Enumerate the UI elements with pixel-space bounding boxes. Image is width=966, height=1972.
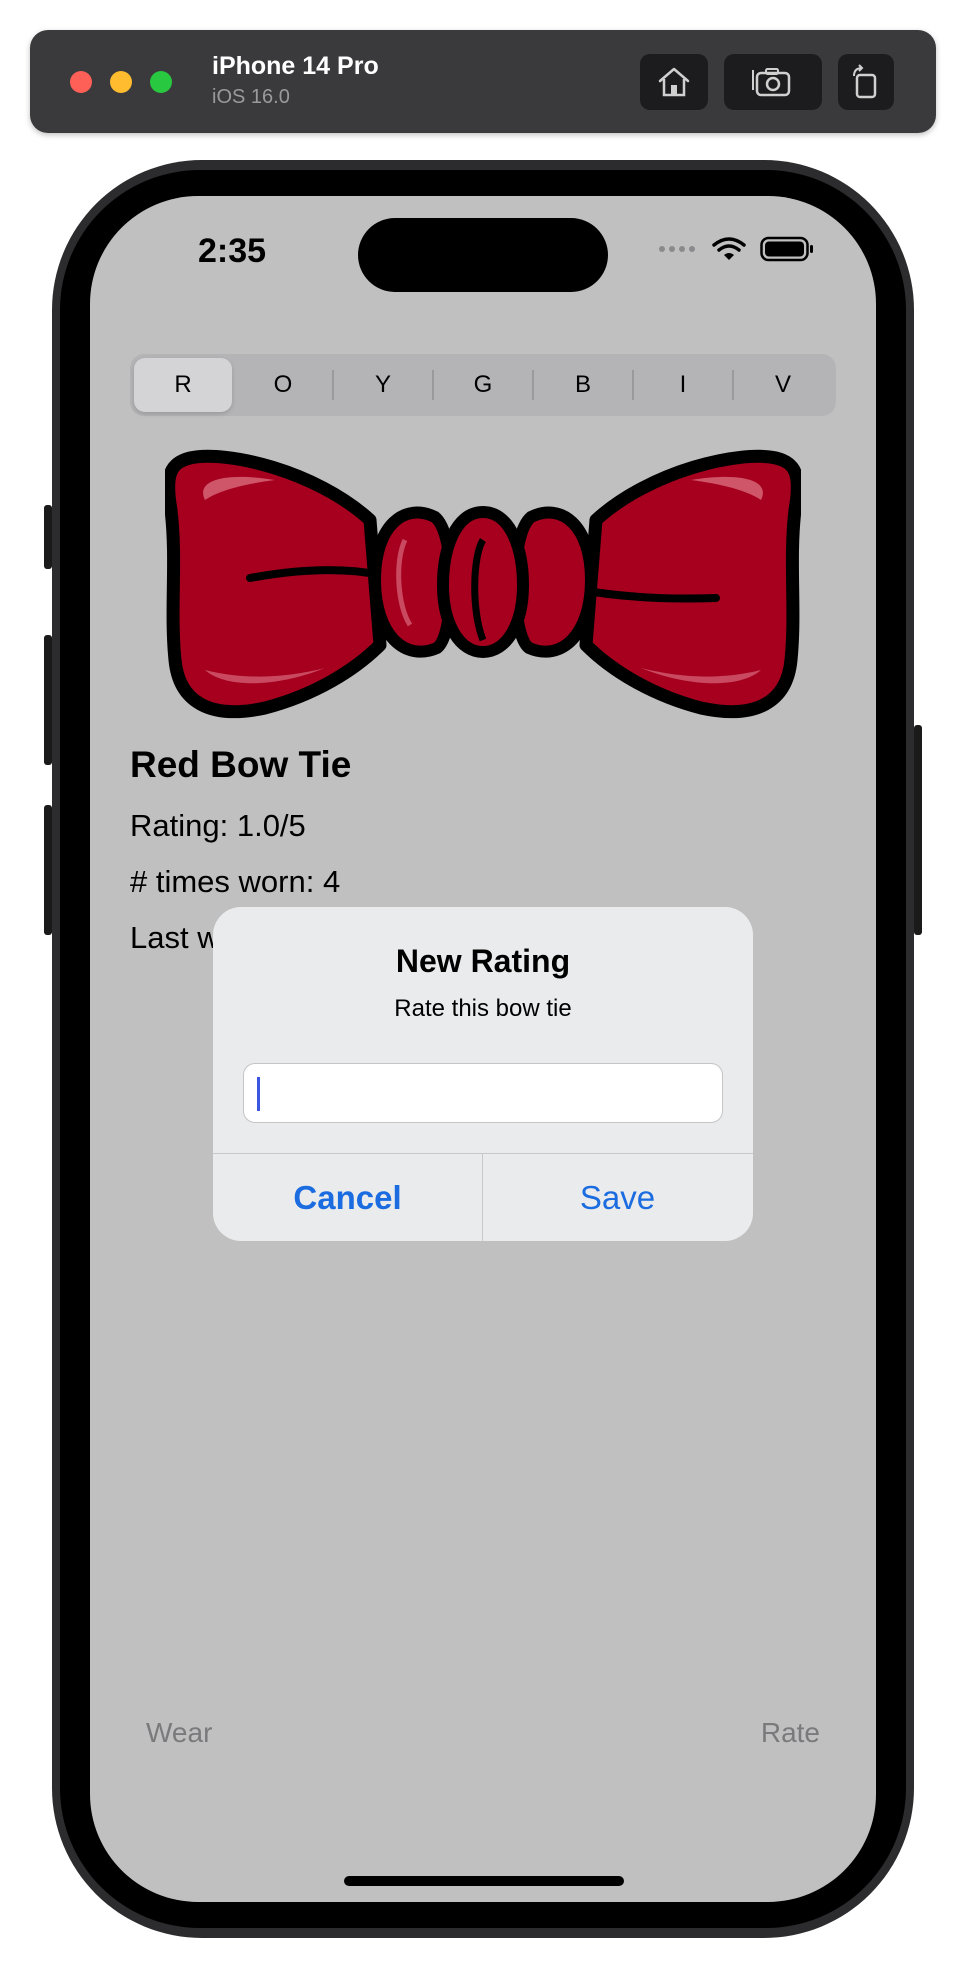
rate-button[interactable]: Rate xyxy=(755,1716,826,1750)
home-button[interactable] xyxy=(640,54,708,110)
new-rating-alert: New Rating Rate this bow tie Cancel Save xyxy=(213,907,753,1241)
close-window-button[interactable] xyxy=(70,71,92,93)
segment-g[interactable]: G xyxy=(434,358,532,412)
bowtie-image xyxy=(165,449,801,719)
times-worn-label: # times worn: 4 xyxy=(130,864,341,899)
segment-y[interactable]: Y xyxy=(334,358,432,412)
volume-up-button xyxy=(44,635,52,765)
segment-v[interactable]: V xyxy=(734,358,832,412)
status-time: 2:35 xyxy=(198,232,267,270)
segment-i[interactable]: I xyxy=(634,358,732,412)
rating-label: Rating: 1.0/5 xyxy=(130,808,306,843)
status-icons xyxy=(658,236,814,262)
segment-r[interactable]: R xyxy=(134,358,232,412)
signal-dots-icon xyxy=(659,246,695,252)
zoom-window-button[interactable] xyxy=(150,71,172,93)
color-segmented-control: R O Y G B I V xyxy=(130,354,836,416)
minimize-window-button[interactable] xyxy=(110,71,132,93)
device-name: iPhone 14 Pro xyxy=(212,52,379,80)
home-icon xyxy=(658,67,690,97)
os-version: iOS 16.0 xyxy=(212,86,290,108)
battery-icon xyxy=(760,236,813,262)
bowtie-name: Red Bow Tie xyxy=(130,744,352,785)
simulator-toolbar: iPhone 14 Pro iOS 16.0 xyxy=(30,30,936,133)
screenshot-button[interactable] xyxy=(724,54,822,110)
volume-down-button xyxy=(44,805,52,935)
phone-screen: 2:35 R O Y G B I V Red Bow Tie Rating: 1… xyxy=(90,196,876,1902)
rotate-button[interactable] xyxy=(838,54,894,110)
save-button[interactable]: Save xyxy=(483,1154,752,1241)
wear-button[interactable]: Wear xyxy=(140,1716,218,1750)
rotate-icon xyxy=(853,64,877,99)
alert-message: Rate this bow tie xyxy=(394,995,572,1022)
alert-title: New Rating xyxy=(395,943,571,979)
screenshot-icon xyxy=(752,68,791,97)
segment-b[interactable]: B xyxy=(534,358,632,412)
dynamic-island xyxy=(358,218,608,292)
last-worn-label: Last w xyxy=(130,920,220,955)
action-button xyxy=(44,505,52,569)
home-indicator xyxy=(344,1876,624,1886)
cancel-button[interactable]: Cancel xyxy=(213,1154,482,1241)
wifi-icon xyxy=(712,237,746,260)
text-cursor xyxy=(257,1077,260,1111)
power-button xyxy=(914,725,922,935)
rating-input[interactable] xyxy=(243,1063,723,1123)
segment-o[interactable]: O xyxy=(234,358,332,412)
